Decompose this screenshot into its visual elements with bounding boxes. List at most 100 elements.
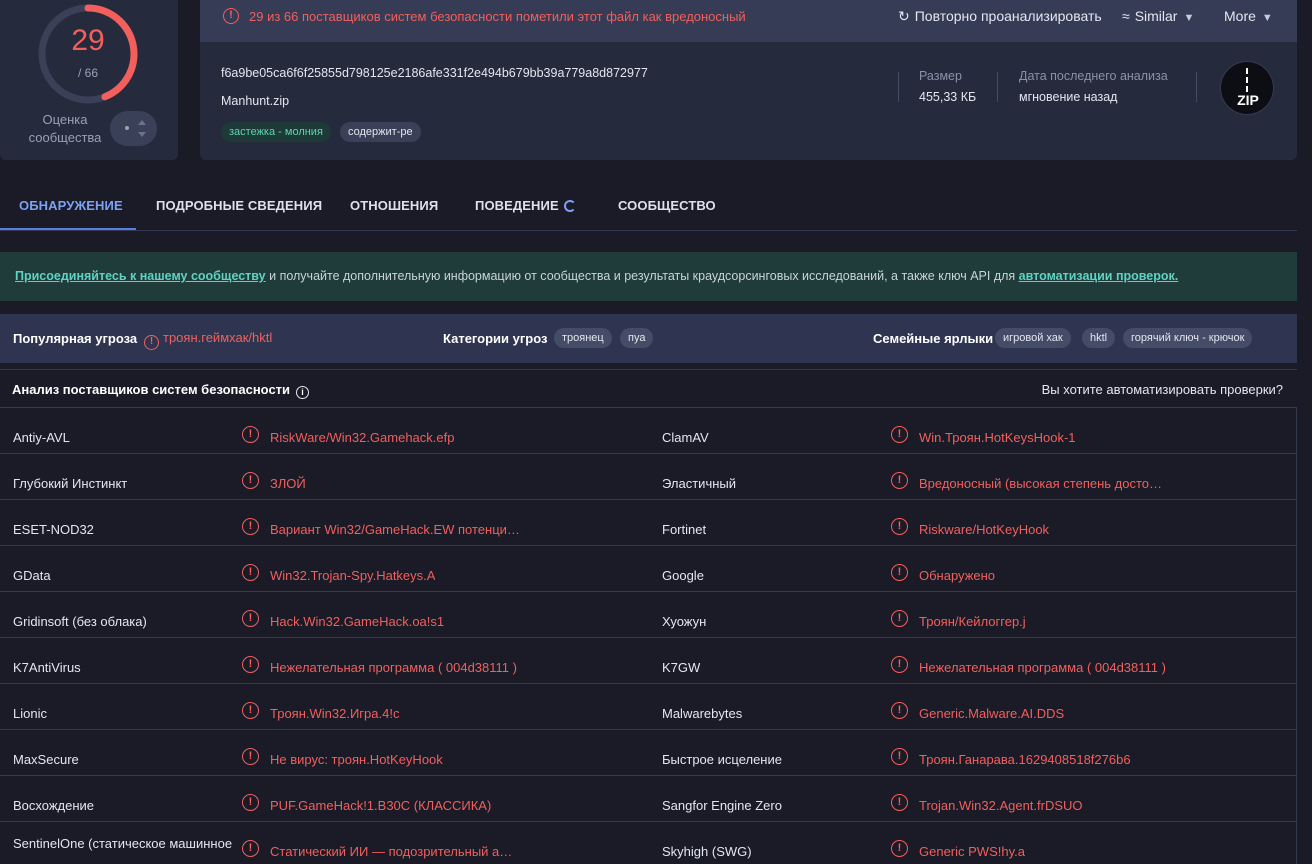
tab-details[interactable]: ПОДРОБНЫЕ СВЕДЕНИЯ bbox=[156, 198, 322, 213]
vendor-result[interactable]: Нежелательная программа ( 004d38111 ) bbox=[270, 660, 517, 675]
vendor-result[interactable]: Trojan.Win32.Agent.frDSUO bbox=[919, 798, 1083, 813]
last-analysis-value: мгновение назад bbox=[1019, 90, 1118, 104]
vendor-name: MaxSecure bbox=[13, 752, 79, 767]
vendor-name: Gridinsoft (без облака) bbox=[13, 614, 147, 629]
chevron-down-icon: ▼ bbox=[1261, 12, 1273, 24]
vote-down-icon[interactable] bbox=[138, 132, 146, 137]
table-row: Lionic! Троян.Win32.Игра.4!c Malwarebytes!… bbox=[0, 684, 1297, 730]
alert-icon: ! bbox=[144, 335, 159, 350]
popular-threat[interactable]: ! троян.геймхак/hktl bbox=[144, 330, 272, 350]
alert-text: 29 из 66 поставщиков систем безопасности… bbox=[249, 9, 746, 24]
alert-icon: ! bbox=[242, 702, 259, 719]
vendor-result[interactable]: Hack.Win32.GameHack.oa!s1 bbox=[270, 614, 444, 629]
automation-link[interactable]: автоматизации проверок. bbox=[1019, 269, 1179, 283]
tab-detection[interactable]: ОБНАРУЖЕНИЕ bbox=[19, 198, 123, 213]
vendor-result[interactable]: Win32.Trojan-Spy.Hatkeys.A bbox=[270, 568, 435, 583]
vendor-name: ESET-NOD32 bbox=[13, 522, 94, 537]
tab-behavior-label: ПОВЕДЕНИЕ bbox=[475, 198, 559, 213]
alert-icon: ! bbox=[223, 8, 239, 24]
info-icon[interactable]: i bbox=[296, 386, 310, 399]
loading-spinner-icon bbox=[563, 200, 576, 212]
alert-icon: ! bbox=[242, 610, 259, 627]
last-analysis: Дата последнего анализа мгновение назад bbox=[1019, 69, 1168, 104]
vendor-name: Быстрое исцеление bbox=[662, 752, 782, 767]
table-row: Gridinsoft (без облака)! Hack.Win32.GameH… bbox=[0, 592, 1297, 638]
table-row: MaxSecure! Не вирус: троян.HotKeyHook Быст… bbox=[0, 730, 1297, 776]
community-vote-toggle[interactable] bbox=[110, 111, 157, 146]
vendor-name: Malwarebytes bbox=[662, 706, 743, 721]
vendor-result[interactable]: Generic PWS!hy.a bbox=[919, 844, 1025, 859]
banner-middle: и получайте дополнительную информацию от… bbox=[265, 269, 1019, 283]
vendor-result[interactable]: Generic.Malware.AI.DDS bbox=[919, 706, 1064, 721]
chevron-down-icon: ▼ bbox=[1183, 12, 1195, 24]
file-size-label: Размер bbox=[919, 69, 962, 83]
vendor-name: Google bbox=[662, 568, 704, 583]
vendor-name: Skyhigh (SWG) bbox=[662, 844, 752, 859]
alert-icon: ! bbox=[242, 748, 259, 765]
alert-icon: ! bbox=[891, 518, 908, 535]
vendor-name: Хуожун bbox=[662, 614, 707, 629]
vote-up-icon[interactable] bbox=[138, 120, 146, 125]
family-label-pill[interactable]: горячий ключ - крючок bbox=[1123, 328, 1253, 348]
automate-checks-link[interactable]: Вы хотите автоматизировать проверки? bbox=[1042, 382, 1283, 397]
tab-community[interactable]: СООБЩЕСТВО bbox=[618, 198, 716, 213]
file-tag[interactable]: содержит-ре bbox=[340, 122, 421, 142]
vendor-result[interactable]: Вредоносный (высокая степень досто… bbox=[919, 476, 1162, 491]
vendor-result[interactable]: Riskware/HotKeyHook bbox=[919, 522, 1049, 537]
tab-relations[interactable]: ОТНОШЕНИЯ bbox=[350, 198, 438, 213]
zipper-icon bbox=[1246, 68, 1250, 92]
similar-label: Similar bbox=[1134, 8, 1178, 24]
file-size-value: 455,33 КБ bbox=[919, 90, 977, 104]
community-score-label: Оценка сообщества bbox=[28, 112, 102, 145]
family-label-pill[interactable]: игровой хак bbox=[995, 328, 1071, 348]
vendor-name: Sangfor Engine Zero bbox=[662, 798, 782, 813]
vendor-result[interactable]: PUF.GameHack!1.B30C (КЛАССИКА) bbox=[270, 798, 491, 813]
join-community-link[interactable]: Присоединяйтесь к нашему сообществу bbox=[15, 269, 266, 283]
vendor-result[interactable]: Не вирус: троян.HotKeyHook bbox=[270, 752, 443, 767]
alert-icon: ! bbox=[891, 840, 908, 857]
divider bbox=[997, 72, 998, 102]
family-label-pill[interactable]: hktl bbox=[1082, 328, 1116, 348]
file-size: Размер 455,33 КБ bbox=[919, 69, 976, 104]
vendor-result[interactable]: ЗЛОЙ bbox=[270, 476, 306, 491]
community-banner: Присоединяйтесь к нашему сообществу и по… bbox=[0, 252, 1297, 301]
table-row: ESET-NOD32! Вариант Win32/GameHack.EW пот… bbox=[0, 500, 1297, 546]
vendor-result[interactable]: Троян/Кейлоггер.j bbox=[919, 614, 1026, 629]
reanalyze-button[interactable]: ↻ Повторно проанализировать bbox=[898, 8, 1102, 25]
vendor-result[interactable]: Нежелательная программа ( 004d38111 ) bbox=[919, 660, 1166, 675]
vendor-result[interactable]: Троян.Ганарава.1629408518f276b6 bbox=[919, 752, 1131, 767]
threat-category-pill[interactable]: троянец bbox=[554, 328, 612, 348]
vendor-result[interactable]: RiskWare/Win32.Gamehack.efp bbox=[270, 430, 454, 445]
alert-icon: ! bbox=[891, 794, 908, 811]
table-row: Глубокий Инстинкт! ЗЛОЙ Эластичный! Вредоно… bbox=[0, 454, 1297, 500]
family-labels-label: Семейные ярлыки bbox=[873, 331, 994, 346]
alert-icon: ! bbox=[891, 426, 908, 443]
vendor-result[interactable]: Троян.Win32.Игра.4!c bbox=[270, 706, 399, 721]
dot-icon bbox=[125, 126, 129, 130]
table-row: Восхождение! PUF.GameHack!1.B30C (КЛАССИК… bbox=[0, 776, 1297, 822]
file-header-card: ! 29 из 66 поставщиков систем безопаснос… bbox=[200, 0, 1297, 160]
alert-icon: ! bbox=[242, 840, 259, 857]
vendor-result[interactable]: Статический ИИ — подозрительный а… bbox=[270, 844, 512, 859]
table-row: K7AntiVirus! Нежелательная программа ( 00… bbox=[0, 638, 1297, 684]
file-tag[interactable]: застежка - молния bbox=[221, 122, 331, 142]
threat-category-pill[interactable]: пуа bbox=[620, 328, 654, 348]
similar-button[interactable]: ≈ Similar ▼ bbox=[1122, 8, 1194, 24]
vendor-name: GData bbox=[13, 568, 51, 583]
last-analysis-label: Дата последнего анализа bbox=[1019, 69, 1168, 83]
vendor-name: Эластичный bbox=[662, 476, 737, 491]
tabs-divider bbox=[0, 230, 1297, 231]
alert-icon: ! bbox=[891, 610, 908, 627]
engine-total: / 66 bbox=[77, 66, 98, 80]
popular-threat-value: троян.геймхак/hktl bbox=[163, 330, 273, 345]
vendor-results-table: Antiy-AVL! RiskWare/Win32.Gamehack.efp Cla… bbox=[0, 407, 1297, 864]
detection-score-card: 29 / 66 Оценка сообщества bbox=[0, 0, 178, 160]
vendor-result[interactable]: Win.Троян.HotKeysHook-1 bbox=[919, 430, 1076, 445]
more-button[interactable]: More ▼ bbox=[1224, 8, 1273, 24]
vendor-result[interactable]: Обнаружено bbox=[919, 568, 995, 583]
tab-behavior[interactable]: ПОВЕДЕНИЕ bbox=[475, 198, 576, 213]
alert-icon: ! bbox=[242, 564, 259, 581]
file-type-label: ZIP bbox=[1237, 92, 1259, 108]
vendor-result[interactable]: Вариант Win32/GameHack.EW потенци… bbox=[270, 522, 520, 537]
file-hash[interactable]: f6a9be05ca6f6f25855d798125e2186afe331f2e… bbox=[221, 66, 648, 80]
